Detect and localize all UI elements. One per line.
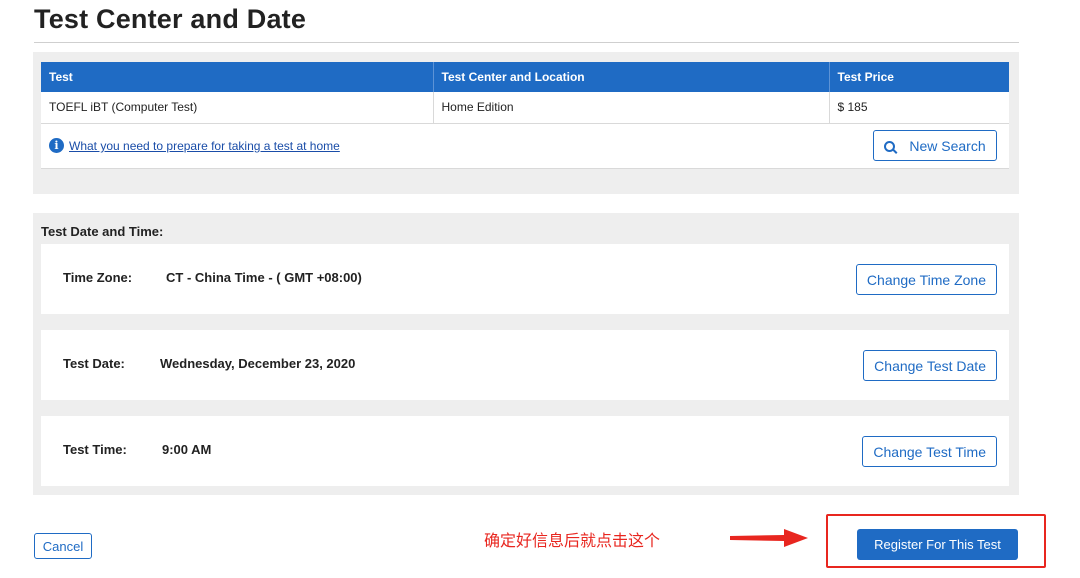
date-time-heading: Test Date and Time: [41,224,164,239]
cell-test-center: Home Edition [433,92,830,124]
header-test-price: Test Price [829,62,1009,92]
time-zone-value: CT - China Time - ( GMT +08:00) [166,270,362,285]
annotation-text: 确定好信息后就点击这个 [484,531,661,550]
cancel-button[interactable]: Cancel [34,533,92,559]
cell-test-name: TOEFL iBT (Computer Test) [41,92,434,124]
page-title: Test Center and Date [34,4,307,34]
test-date-row: Test Date: Wednesday, December 23, 2020 … [41,330,1009,400]
table-row: TOEFL iBT (Computer Test) Home Edition $… [41,92,1009,124]
test-time-value: 9:00 AM [162,442,212,457]
test-table: Test Test Center and Location Test Price… [41,62,1009,124]
change-time-zone-button[interactable]: Change Time Zone [855,264,997,295]
prep-info-link[interactable]: What you need to prepare for taking a te… [69,139,340,153]
arrow-right-icon [730,529,808,547]
change-test-date-button[interactable]: Change Test Date [863,350,997,381]
header-test-center: Test Center and Location [433,62,830,92]
new-search-label: New Search [909,137,986,154]
new-search-button[interactable]: New Search [873,130,997,161]
test-date-label: Test Date: [63,356,125,371]
test-time-label: Test Time: [63,442,127,457]
time-zone-label: Time Zone: [63,270,133,285]
title-divider [34,42,1019,43]
register-button[interactable]: Register For This Test [857,529,1018,560]
table-header-row: Test Test Center and Location Test Price [41,62,1009,92]
cell-test-price: $ 185 [829,92,1009,124]
prep-link-row: i What you need to prepare for taking a … [41,124,1009,169]
time-zone-row: Time Zone: CT - China Time - ( GMT +08:0… [41,244,1009,314]
test-date-value: Wednesday, December 23, 2020 [160,356,356,371]
search-icon [884,140,896,152]
test-time-row: Test Time: 9:00 AM Change Test Time [41,416,1009,486]
change-test-time-button[interactable]: Change Test Time [862,436,997,467]
header-test: Test [41,62,434,92]
info-icon: i [49,138,64,153]
